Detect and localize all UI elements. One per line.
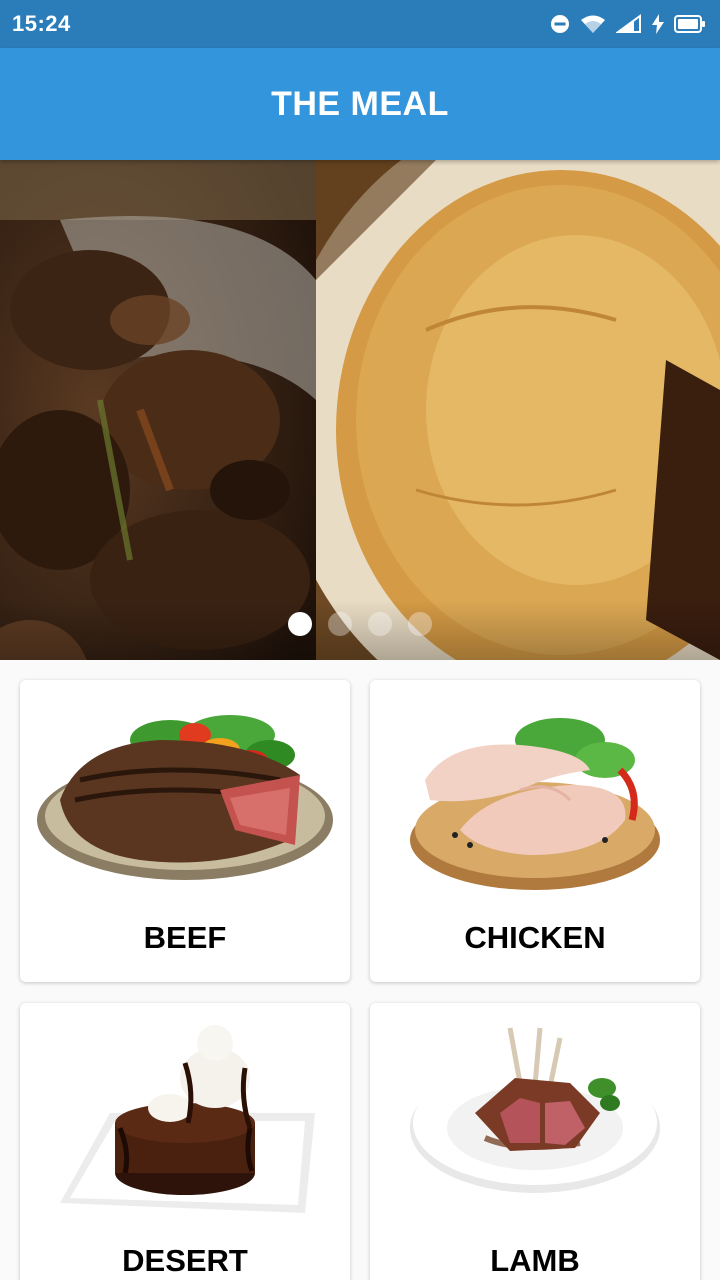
carousel-slide-pie-image: [316, 160, 720, 660]
charging-icon: [652, 14, 664, 34]
category-label-beef: BEEF: [143, 920, 227, 955]
carousel-slide-stew-image: [0, 160, 316, 660]
signal-icon: [616, 14, 642, 34]
battery-icon: [674, 14, 706, 34]
carousel-dot-4[interactable]: [408, 612, 432, 636]
carousel-dot-2[interactable]: [328, 612, 352, 636]
category-label-lamb: LAMB: [490, 1243, 580, 1278]
beef-steak-image: [20, 680, 350, 910]
desert-cake-image: [20, 1003, 350, 1233]
do-not-disturb-icon: [550, 14, 570, 34]
status-bar: 15:24: [0, 0, 720, 48]
lamb-rack-image: [370, 1003, 700, 1233]
category-label-chicken: CHICKEN: [464, 920, 606, 955]
app-bar: THE MEAL: [0, 48, 720, 160]
carousel-indicators: [0, 612, 720, 636]
meal-carousel[interactable]: [0, 160, 720, 660]
category-card-beef[interactable]: BEEF: [20, 680, 350, 982]
status-time: 15:24: [12, 11, 71, 36]
category-label-desert: DESERT: [122, 1243, 248, 1278]
category-card-chicken[interactable]: CHICKEN: [370, 680, 700, 982]
category-card-desert[interactable]: DESERT: [20, 1003, 350, 1280]
chicken-image: [370, 680, 700, 910]
wifi-icon: [580, 14, 606, 34]
status-icons: [550, 14, 706, 34]
category-card-lamb[interactable]: LAMB: [370, 1003, 700, 1280]
app-title: THE MEAL: [271, 84, 449, 123]
carousel-dot-3[interactable]: [368, 612, 392, 636]
carousel-dot-1[interactable]: [288, 612, 312, 636]
